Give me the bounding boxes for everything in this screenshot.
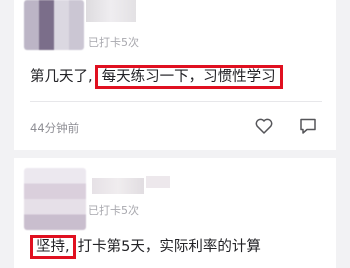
post-card[interactable]: 已打卡5次 坚持, 打卡第5天，实际利率的计算 xyxy=(14,158,336,268)
checkin-count: 已打卡5次 xyxy=(88,36,139,49)
post-card[interactable]: 已打卡5次 第几天了, 每天练习一下，习惯性学习 44分钟前 xyxy=(14,0,336,150)
username-blurred-extra xyxy=(146,176,170,188)
username-blurred xyxy=(92,178,144,194)
avatar[interactable] xyxy=(24,168,86,230)
checkin-count: 已打卡5次 xyxy=(88,204,139,217)
highlighted-text: 每天练习一下，习惯性学习 xyxy=(94,65,283,89)
post-content: 坚持, 打卡第5天，实际利率的计算 xyxy=(30,235,261,259)
post-text: 打卡第5天，实际利率的计算 xyxy=(77,239,261,255)
post-timestamp: 44分钟前 xyxy=(30,121,80,135)
avatar[interactable] xyxy=(24,0,84,50)
divider xyxy=(30,101,322,102)
username-blurred xyxy=(86,0,136,22)
highlighted-text: 坚持, xyxy=(30,235,76,259)
post-content: 第几天了, 每天练习一下，习惯性学习 xyxy=(30,65,283,89)
comment-icon[interactable] xyxy=(298,116,318,136)
post-text: 第几天了, xyxy=(30,69,93,85)
heart-icon[interactable] xyxy=(254,116,274,136)
